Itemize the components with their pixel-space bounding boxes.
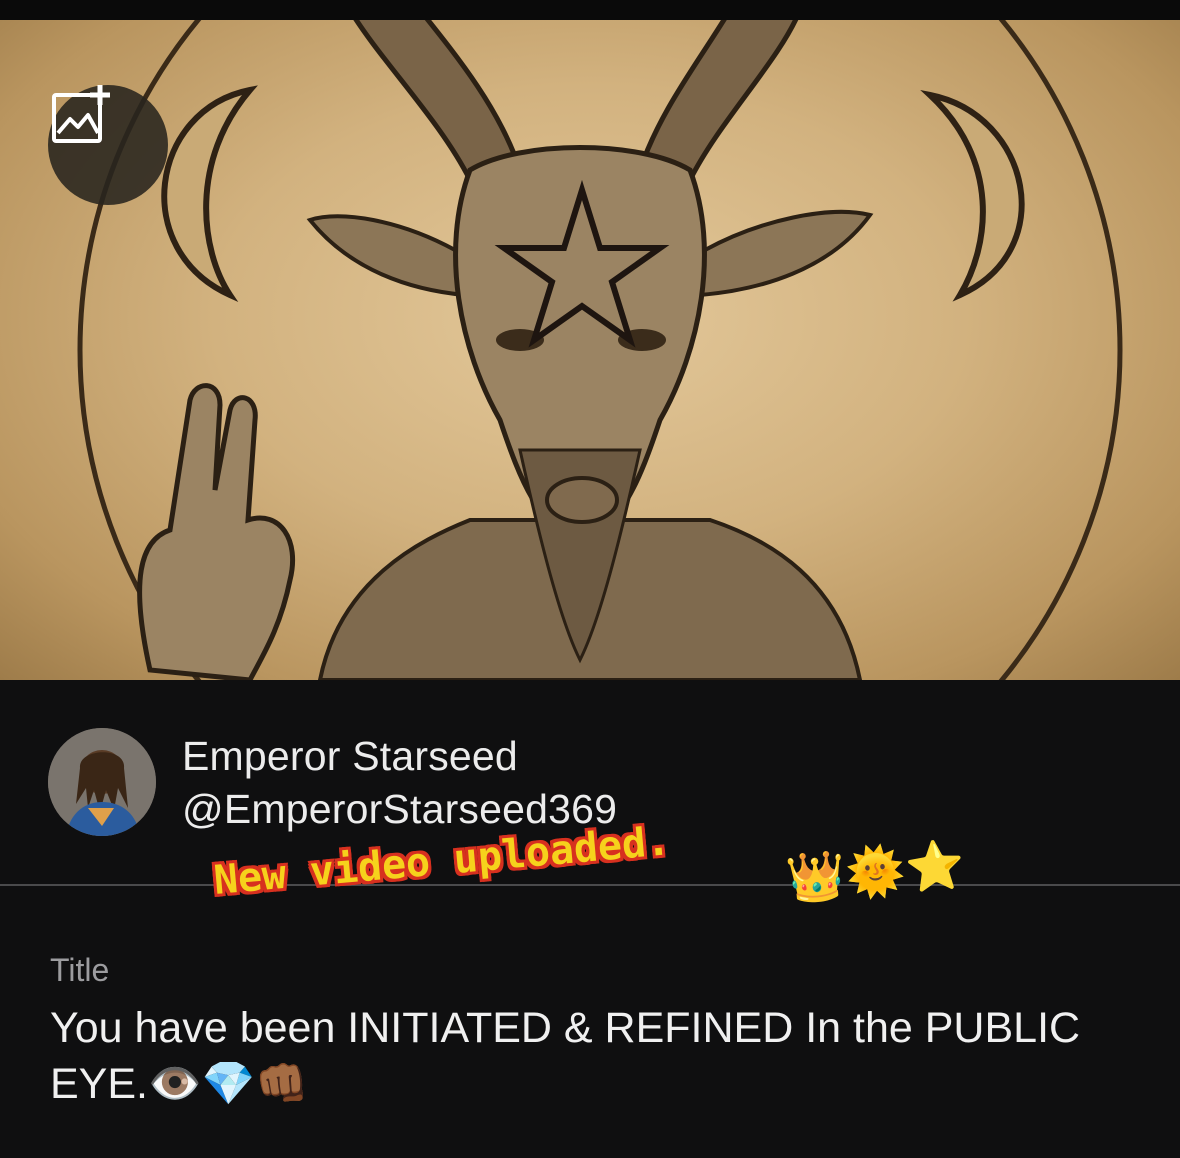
add-banner-image-button[interactable] — [48, 85, 168, 205]
banner-image[interactable] — [0, 20, 1180, 680]
divider — [0, 884, 1180, 886]
title-label: Title — [50, 952, 110, 988]
display-name: Emperor Starseed — [182, 733, 518, 779]
handle: @EmperorStarseed369 — [182, 786, 618, 832]
avatar[interactable] — [48, 728, 156, 836]
banner-artwork — [77, 20, 1123, 680]
top-strip — [0, 0, 1180, 20]
image-add-icon — [52, 85, 110, 143]
avatar-photo — [48, 728, 156, 836]
title-field[interactable]: You have been INITIATED & REFINED In the… — [50, 1000, 1110, 1112]
